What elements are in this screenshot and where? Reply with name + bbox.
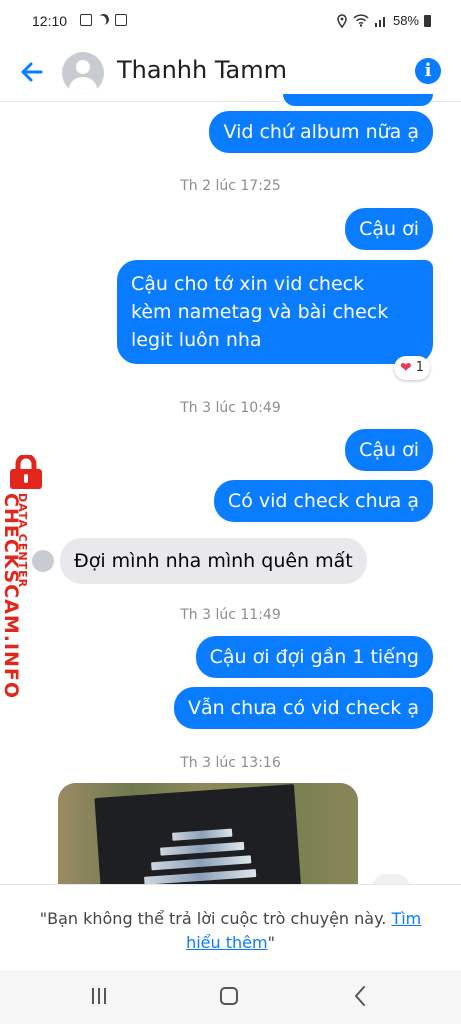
- notice-text: "Bạn không thể trả lời cuộc trò chuyện n…: [39, 909, 387, 928]
- timestamp: Th 3 lúc 13:16: [180, 755, 281, 771]
- watermark: DATA CENTER CHECKSCAM.INFO: [0, 455, 50, 699]
- timestamp: Th 3 lúc 10:49: [180, 400, 281, 416]
- message-bubble-outgoing[interactable]: Cậu ơi: [345, 208, 433, 250]
- message-bubble-incoming[interactable]: Đợi mình nha mình quên mất: [60, 538, 367, 584]
- status-notification-icons: [80, 14, 127, 26]
- album-stripe: [144, 869, 257, 884]
- reaction-badge[interactable]: ❤ 1: [394, 356, 431, 380]
- reaction-count: 1: [415, 360, 425, 375]
- message-bubble-outgoing[interactable]: Có vid check chưa ạ: [213, 480, 433, 522]
- screenshot-icon: [115, 14, 127, 26]
- cannot-reply-notice: "Bạn không thể trả lời cuộc trò chuyện n…: [20, 907, 441, 955]
- message-bubble-outgoing[interactable]: Vẫn chưa có vid check ạ: [174, 687, 433, 729]
- nav-home-icon[interactable]: [220, 987, 238, 1005]
- message-bubble-outgoing[interactable]: Cậu ơi đợi gần 1 tiếng: [195, 636, 433, 678]
- photo-attachment[interactable]: [58, 783, 358, 884]
- status-bar: 12:10 58%: [0, 0, 461, 44]
- moon-icon: [96, 12, 111, 27]
- battery-icon: [424, 14, 431, 27]
- avatar-head: [76, 60, 90, 74]
- timestamp: Th 2 lúc 17:25: [180, 178, 281, 194]
- notice-close-quote: ": [267, 933, 275, 952]
- info-icon[interactable]: i: [415, 58, 441, 84]
- nav-back-icon[interactable]: [352, 985, 368, 1007]
- avatar[interactable]: [62, 52, 104, 94]
- message-bubble-clipped: [283, 94, 433, 106]
- cannot-reply-footer: "Bạn không thể trả lời cuộc trò chuyện n…: [0, 884, 461, 970]
- wifi-icon: [353, 14, 369, 27]
- album-stripe: [151, 855, 252, 871]
- album-stripe: [160, 841, 245, 856]
- message-bubble-outgoing[interactable]: Cậu ơi: [345, 429, 433, 471]
- avatar-body: [69, 77, 97, 94]
- location-icon: [337, 13, 347, 28]
- nav-recent-icon[interactable]: [92, 988, 110, 1004]
- signal-icon: [374, 16, 385, 27]
- back-arrow-icon[interactable]: [16, 56, 48, 88]
- album-stripe: [172, 828, 233, 841]
- gallery-icon: [80, 14, 92, 26]
- battery-percent: 58%: [392, 13, 419, 28]
- timestamp: Th 3 lúc 11:49: [180, 607, 281, 623]
- watermark-main-text: CHECKSCAM.INFO: [0, 493, 22, 700]
- system-nav-bar: [0, 970, 461, 1024]
- message-bubble-outgoing[interactable]: Cậu cho tớ xin vid check kèm nametag và …: [117, 260, 433, 364]
- photo-album-cover: [94, 784, 302, 884]
- lock-icon: [10, 455, 42, 489]
- contact-name[interactable]: Thanhh Tamm: [117, 56, 287, 84]
- status-time: 12:10: [32, 13, 68, 29]
- status-right: 58%: [336, 13, 431, 28]
- heart-icon: ❤: [400, 360, 412, 376]
- message-bubble-outgoing[interactable]: Vid chứ album nữa ạ: [209, 111, 433, 153]
